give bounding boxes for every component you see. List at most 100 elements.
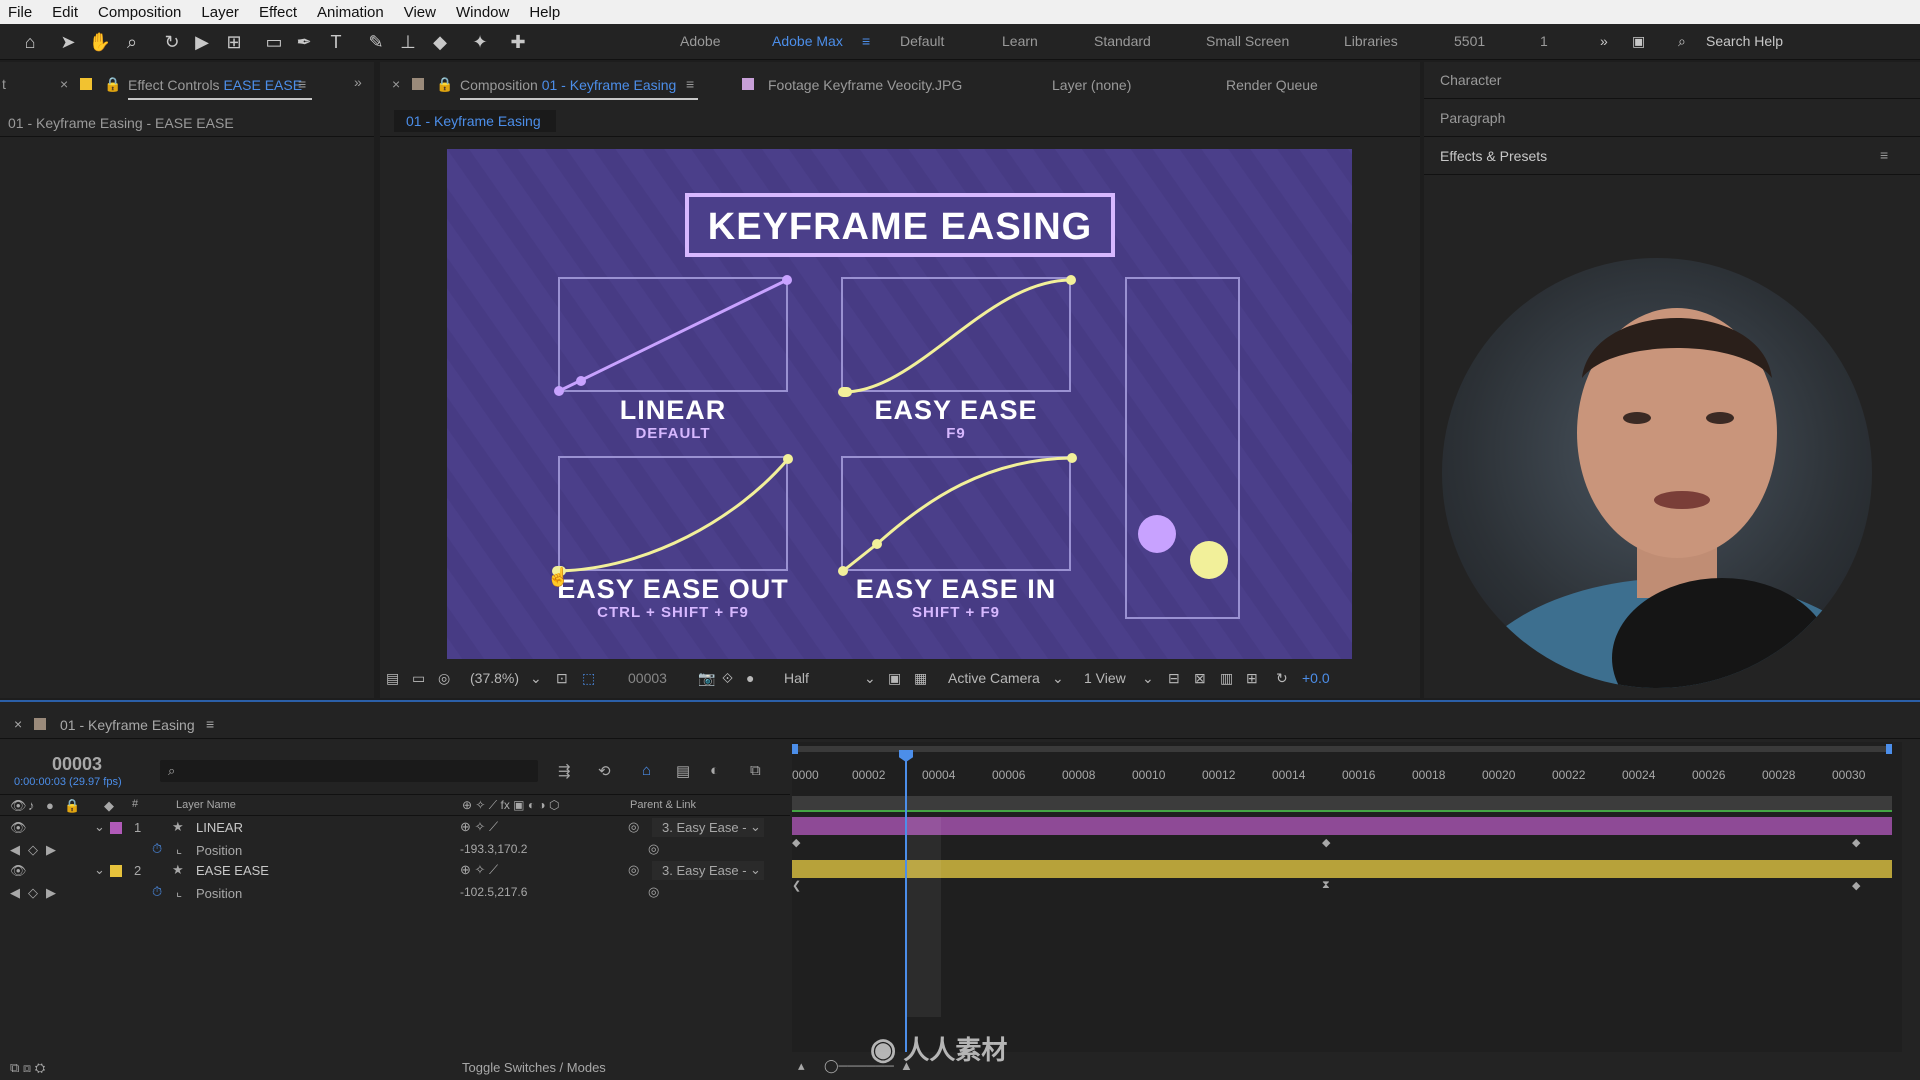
property-row[interactable]: ◀ ◇ ▶ ⏱ ⌞ Position -102.5,217.6 ◎	[0, 882, 790, 903]
mask-toggle-icon[interactable]: ⬚	[582, 670, 595, 687]
always-preview-icon[interactable]: ▤	[386, 670, 399, 687]
pan-behind-tool-icon[interactable]: ⊞	[222, 30, 246, 54]
roto-brush-tool-icon[interactable]: ✦	[468, 30, 492, 54]
rectangle-tool-icon[interactable]: ▭	[262, 30, 286, 54]
label-column-icon[interactable]: ◆	[104, 798, 114, 814]
layer-name[interactable]: LINEAR	[196, 820, 243, 835]
reset-exposure-icon[interactable]: ↻	[1276, 670, 1288, 687]
menu-animation[interactable]: Animation	[317, 4, 384, 21]
workspace-adobe[interactable]: Adobe	[680, 33, 720, 49]
workspace-libraries[interactable]: Libraries	[1344, 33, 1398, 49]
lock-icon[interactable]: 🔒	[104, 76, 121, 93]
layer-switches-icons[interactable]: ⊕ ✧ ⟋	[460, 819, 498, 835]
playhead-handle[interactable]	[899, 750, 913, 762]
graph-icon[interactable]: ⌞	[176, 884, 182, 900]
stopwatch-icon[interactable]: ⏱	[152, 884, 162, 900]
hand-tool-icon[interactable]: ✋	[88, 30, 112, 54]
layer-bar[interactable]	[792, 860, 1892, 878]
workspace-standard[interactable]: Standard	[1094, 33, 1151, 49]
zoom-tool-icon[interactable]: ⌕	[120, 30, 144, 54]
shy-layers-icon[interactable]: ⌂	[642, 762, 651, 779]
region-of-interest-icon[interactable]: ▣	[888, 670, 901, 687]
workspace-learn[interactable]: Learn	[1002, 33, 1038, 49]
position-value[interactable]: -193.3,170.2	[460, 842, 527, 856]
selection-tool-icon[interactable]: ➤	[56, 30, 80, 54]
graph-editor-icon[interactable]: ⧉	[750, 762, 761, 779]
stopwatch-icon[interactable]: ⏱	[152, 841, 162, 857]
puppet-tool-icon[interactable]: ✚	[506, 30, 530, 54]
draft-3d-icon[interactable]: ⟲	[598, 762, 611, 780]
close-icon[interactable]: ×	[60, 76, 68, 92]
panel-menu-icon[interactable]: ≡	[298, 76, 306, 92]
composition-viewer[interactable]: KEYFRAME EASING LINEAR DEFAULT EASY EASE…	[447, 149, 1352, 659]
visibility-column-icon[interactable]: 👁	[10, 798, 27, 814]
close-icon[interactable]: ×	[392, 76, 400, 92]
next-keyframe-icon[interactable]: ▶	[46, 842, 56, 858]
type-tool-icon[interactable]: T	[324, 30, 348, 54]
monitor-icon[interactable]: ▭	[412, 670, 425, 687]
keyframe-marker[interactable]: ◆	[1852, 879, 1860, 892]
keyframe-marker[interactable]: ⧗	[1322, 879, 1330, 892]
timeline-icon[interactable]: ▥	[1220, 670, 1233, 687]
current-time-field[interactable]: 00003	[628, 670, 667, 686]
exposure-value[interactable]: +0.0	[1302, 670, 1330, 686]
pickwhip-icon[interactable]: ◎	[648, 884, 659, 900]
lock-icon[interactable]: 🔒	[436, 76, 453, 93]
position-value[interactable]: -102.5,217.6	[460, 885, 527, 899]
fit-icon[interactable]: ⊡	[556, 670, 568, 687]
layer-label-swatch[interactable]	[110, 822, 122, 834]
pickwhip-icon[interactable]: ◎	[648, 841, 659, 857]
frame-blending-icon[interactable]: ▤	[676, 762, 690, 780]
layer-tab[interactable]: Layer (none)	[1052, 77, 1131, 93]
effects-presets-panel-header[interactable]: Effects & Presets	[1440, 148, 1547, 164]
playhead[interactable]	[905, 752, 907, 1052]
eye-icon[interactable]: 👁	[10, 863, 27, 879]
layer-search-input[interactable]: ⌕	[160, 760, 538, 782]
layer-row[interactable]: 👁 ⌄ 1 ★ LINEAR ⊕ ✧ ⟋ ◎ 3. Easy Ease - ⌄	[0, 817, 790, 838]
property-row[interactable]: ◀ ◇ ▶ ⏱ ⌞ Position -193.3,170.2 ◎	[0, 839, 790, 860]
menu-view[interactable]: View	[404, 4, 436, 21]
prev-keyframe-icon[interactable]: ◀	[10, 885, 20, 901]
chevron-down-icon[interactable]: ⌄	[864, 670, 876, 687]
menu-help[interactable]: Help	[529, 4, 560, 21]
chevron-down-icon[interactable]: ⌄	[530, 670, 542, 687]
layer-name[interactable]: EASE EASE	[196, 863, 269, 878]
menu-composition[interactable]: Composition	[98, 4, 181, 21]
timeline-tab[interactable]: 01 - Keyframe Easing	[60, 717, 195, 733]
color-channels-icon[interactable]: ●	[746, 670, 754, 686]
comp-navigator-bar[interactable]	[792, 796, 1892, 812]
chevron-down-icon[interactable]: ⌄	[1052, 670, 1064, 687]
keyframe-marker[interactable]: ◆	[1852, 836, 1860, 849]
keyframe-marker[interactable]: ◆	[792, 836, 800, 849]
next-keyframe-icon[interactable]: ▶	[46, 885, 56, 901]
parent-dropdown[interactable]: 3. Easy Ease - ⌄	[652, 861, 764, 880]
chevron-down-icon[interactable]: ⌄	[1142, 670, 1154, 687]
menu-layer[interactable]: Layer	[201, 4, 239, 21]
workspace-default[interactable]: Default	[900, 33, 944, 49]
search-toggle-icon[interactable]: ▣	[1632, 33, 1645, 50]
pen-tool-icon[interactable]: ✒	[292, 30, 316, 54]
pickwhip-icon[interactable]: ◎	[628, 862, 639, 878]
flowchart-icon[interactable]: ⊞	[1246, 670, 1258, 687]
work-area-bar[interactable]	[792, 746, 1892, 752]
keyframe-marker[interactable]: ❮	[792, 879, 801, 892]
brush-tool-icon[interactable]: ✎	[364, 30, 388, 54]
eraser-tool-icon[interactable]: ◆	[428, 30, 452, 54]
effect-controls-tab[interactable]: Effect Controls EASE EASE	[128, 77, 302, 93]
project-tab-stub[interactable]: t	[2, 76, 6, 92]
workspace-menu-icon[interactable]: ≡	[862, 33, 870, 49]
panel-menu-icon[interactable]: ≡	[1880, 147, 1888, 163]
current-frame[interactable]: 00003	[52, 754, 102, 775]
layer-label-swatch[interactable]	[110, 865, 122, 877]
composition-tab[interactable]: Composition 01 - Keyframe Easing	[460, 77, 676, 93]
workspace-1[interactable]: 1	[1540, 33, 1548, 49]
fast-previews-icon[interactable]: ⊠	[1194, 670, 1206, 687]
zoom-out-icon[interactable]: ▴	[798, 1058, 805, 1074]
footage-tab[interactable]: Footage Keyframe Veocity.JPG	[768, 77, 962, 93]
snapshot-icon[interactable]: 📷	[698, 670, 715, 687]
workspace-adobe-max[interactable]: Adobe Max	[772, 33, 843, 49]
menu-effect[interactable]: Effect	[259, 4, 297, 21]
zoom-dropdown[interactable]: (37.8%)	[470, 670, 519, 686]
character-panel-header[interactable]: Character	[1440, 72, 1501, 88]
show-snapshot-icon[interactable]: ⟐	[722, 670, 733, 687]
